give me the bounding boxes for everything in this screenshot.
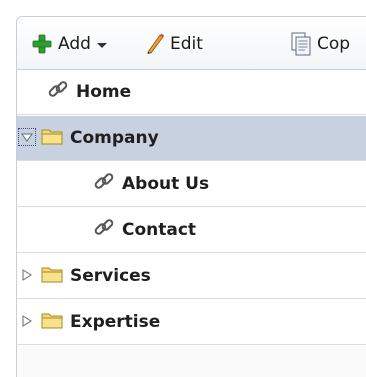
triangle-right-icon[interactable] bbox=[19, 313, 35, 329]
tree-item-label: Contact bbox=[122, 220, 197, 240]
tree-row-services[interactable]: Services bbox=[17, 254, 366, 299]
folder-icon bbox=[41, 264, 63, 289]
tree-item-label: Home bbox=[76, 82, 132, 102]
tree-item-expertise[interactable]: Expertise bbox=[41, 300, 160, 345]
plus-icon bbox=[31, 33, 53, 55]
tree-item-services[interactable]: Services bbox=[41, 254, 151, 299]
tree-item-about-us[interactable]: About Us bbox=[93, 162, 209, 207]
tree-frame: Add Edit Cop Home Company About Us Conta… bbox=[16, 16, 366, 377]
tree-item-label: Company bbox=[70, 128, 159, 148]
add-label: Add bbox=[58, 34, 91, 54]
copy-button[interactable]: Cop bbox=[290, 31, 350, 57]
pencil-icon bbox=[145, 33, 165, 55]
page-tree-panel: Add Edit Cop Home Company About Us Conta… bbox=[0, 0, 366, 377]
add-button[interactable]: Add bbox=[31, 31, 107, 57]
tree-item-label: About Us bbox=[122, 174, 210, 194]
tree-row-about-us[interactable]: About Us bbox=[17, 162, 366, 207]
edit-label: Edit bbox=[170, 34, 203, 54]
tree-row-contact[interactable]: Contact bbox=[17, 208, 366, 253]
triangle-right-icon[interactable] bbox=[19, 267, 35, 283]
chain-link-icon bbox=[93, 217, 115, 244]
tree-row-company[interactable]: Company bbox=[17, 116, 366, 161]
tree-row-expertise[interactable]: Expertise bbox=[17, 300, 366, 345]
chain-link-icon bbox=[47, 79, 69, 106]
tree-item-contact[interactable]: Contact bbox=[93, 208, 196, 253]
copy-label: Cop bbox=[317, 34, 351, 54]
tree-row-home[interactable]: Home bbox=[17, 70, 366, 115]
edit-button[interactable]: Edit bbox=[145, 31, 203, 57]
tree-item-label: Expertise bbox=[70, 312, 161, 332]
chain-link-icon bbox=[93, 171, 115, 198]
tree-item-company[interactable]: Company bbox=[41, 116, 159, 161]
folder-icon bbox=[41, 126, 63, 151]
chevron-down-icon bbox=[96, 42, 107, 48]
folder-icon bbox=[41, 310, 63, 335]
tree-item-label: Services bbox=[70, 266, 151, 286]
copy-icon bbox=[290, 32, 312, 56]
toolbar: Add Edit Cop bbox=[17, 17, 366, 70]
tree-item-home[interactable]: Home bbox=[47, 70, 131, 115]
triangle-down-icon[interactable] bbox=[18, 128, 36, 146]
